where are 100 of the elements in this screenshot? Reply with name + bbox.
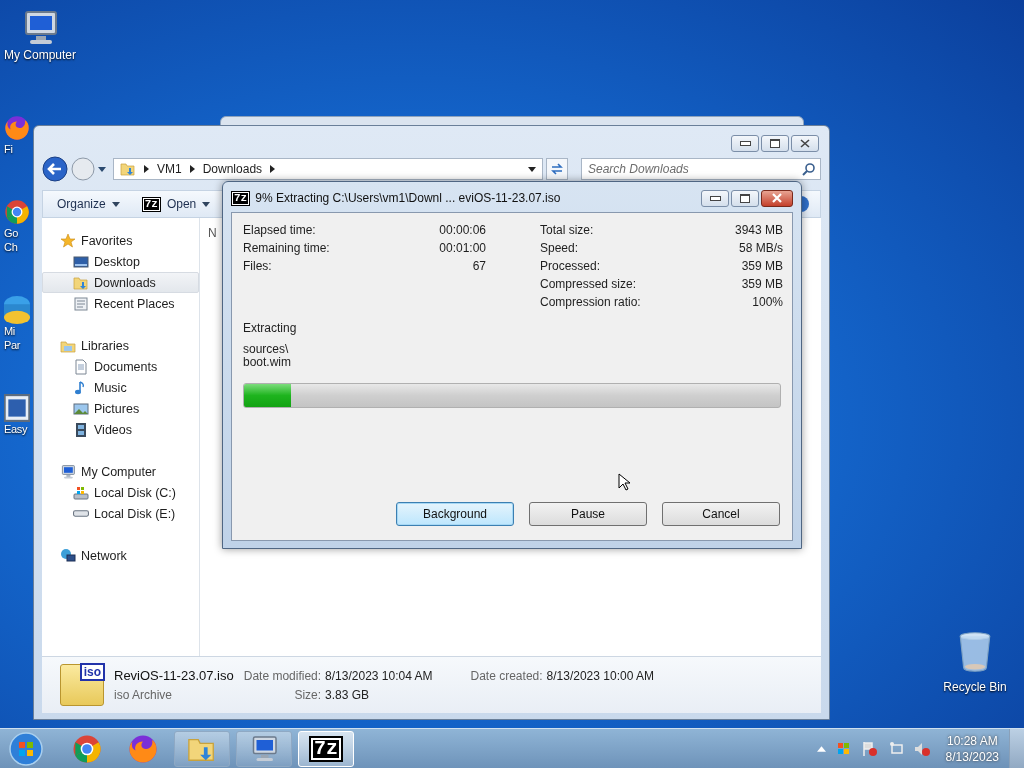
taskbar-button[interactable]: 7z — [298, 730, 354, 767]
field-label: Size: — [293, 687, 322, 702]
stat-value: 3943 MB — [734, 223, 783, 237]
start-button[interactable] — [8, 730, 44, 767]
stat-value: 00:00:06 — [439, 223, 486, 237]
column-header[interactable]: N — [208, 226, 217, 240]
file-path: sources\ boot.wim — [243, 343, 293, 369]
fox-globe-icon — [128, 733, 158, 764]
chevron-icon — [270, 165, 276, 173]
computer-icon — [60, 463, 76, 480]
stat-label: Remaining time: — [243, 241, 330, 255]
nav-item[interactable]: Local Disk (C:) — [42, 482, 199, 503]
close-icon — [771, 193, 783, 203]
nav-item[interactable]: Music — [42, 377, 199, 398]
taskbar-button[interactable] — [174, 730, 230, 767]
stat-label: Files: — [243, 259, 272, 273]
chevron-icon — [144, 165, 149, 173]
field-value: 8/13/2023 10:04 AM — [325, 668, 433, 683]
organize-button[interactable]: Organize — [53, 195, 124, 213]
minimize-button[interactable] — [731, 135, 759, 152]
disk-app-icon — [4, 296, 30, 324]
nav-item[interactable]: Favorites — [42, 230, 199, 251]
taskbar-button[interactable] — [236, 730, 292, 767]
nav-item[interactable]: My Computer — [42, 461, 199, 482]
close-icon — [800, 139, 810, 148]
film-icon — [73, 421, 89, 438]
stat-label: Speed: — [540, 241, 579, 255]
status-text: Extracting — [243, 321, 298, 335]
window-title: 9% Extracting C:\Users\vm1\Downl ... eviOS-11-23.07.iso — [255, 191, 561, 205]
star-icon — [60, 232, 76, 249]
stat-value: 67 — [472, 259, 486, 273]
desktop-icon-label[interactable]: Mi Par — [4, 324, 21, 352]
dialog-button[interactable]: Cancel — [662, 502, 780, 526]
desktop-icon-label[interactable]: Go Ch — [4, 226, 19, 254]
back-button[interactable] — [42, 156, 68, 182]
refresh-button[interactable] — [546, 158, 568, 180]
chrome-icon — [72, 733, 102, 764]
picture-icon — [73, 400, 89, 417]
flag-error-icon[interactable] — [861, 740, 878, 757]
nav-item[interactable]: Desktop — [42, 251, 199, 272]
close-button[interactable] — [761, 189, 793, 207]
stat-label: Compressed size: — [540, 277, 637, 291]
nav-item[interactable]: Videos — [42, 419, 199, 440]
search-field[interactable]: Search Downloads — [581, 158, 821, 180]
caret-icon — [111, 201, 120, 207]
archive-file-icon: iso — [60, 664, 104, 706]
nav-item[interactable]: Pictures — [42, 398, 199, 419]
windows-flag-icon[interactable] — [835, 740, 852, 757]
drive-icon — [73, 510, 89, 517]
recycle-bin-icon[interactable] — [958, 630, 992, 674]
stat-value: 58 MB/s — [739, 241, 783, 255]
stat-label: Elapsed time: — [243, 223, 316, 237]
field-value: 8/13/2023 10:00 AM — [546, 668, 654, 683]
dialog-button[interactable]: Pause — [529, 502, 647, 526]
nav-item[interactable]: Network — [42, 545, 199, 566]
dropdown-arrow-icon[interactable] — [98, 166, 106, 172]
close-button[interactable] — [791, 135, 819, 152]
show-hidden-icons-icon[interactable] — [816, 745, 826, 752]
nav-item[interactable]: Downloads — [42, 272, 199, 293]
stat-label: Compression ratio: — [540, 295, 641, 309]
file-name: ReviOS-11-23.07.iso — [114, 668, 234, 683]
breadcrumb-item[interactable]: VM1 — [157, 162, 182, 176]
desktop-icon — [73, 253, 89, 270]
dialog-button[interactable]: Background — [396, 502, 514, 526]
archive-logo-icon: 7z — [231, 190, 251, 206]
drive-icon — [73, 484, 89, 501]
nav-item[interactable]: Libraries — [42, 335, 199, 356]
mouse-cursor-icon — [618, 473, 630, 491]
caret-icon — [202, 201, 211, 207]
desktop-icon-label[interactable]: Easy — [4, 422, 28, 436]
stat-label: Total size: — [540, 223, 594, 237]
field-value: 3.83 GB — [325, 687, 371, 702]
maximize-button[interactable] — [761, 135, 789, 152]
field-label: Date created: — [470, 668, 543, 683]
recent-places-icon — [73, 295, 89, 312]
network-error-icon[interactable] — [887, 740, 904, 757]
desktop-icon-label[interactable]: Recycle Bin — [943, 680, 1007, 694]
field-label: Date modified: — [243, 668, 322, 683]
chrome-icon — [4, 198, 30, 226]
file-type: iso Archive — [114, 688, 174, 702]
nav-item[interactable]: Recent Places — [42, 293, 199, 314]
nav-item[interactable]: Local Disk (E:) — [42, 503, 199, 524]
minimize-button[interactable] — [701, 189, 729, 207]
monitor-icon — [4, 394, 30, 422]
desktop-icon-label[interactable]: My Computer — [4, 48, 76, 62]
chevron-icon — [189, 165, 195, 173]
maximize-button[interactable] — [731, 189, 759, 207]
stat-value: 359 MB — [741, 277, 783, 291]
network-icon — [60, 547, 76, 564]
desktop-icon-label[interactable]: Fi — [4, 142, 13, 156]
stat-label: Processed: — [540, 259, 601, 273]
nav-item[interactable]: Documents — [42, 356, 199, 377]
address-bar[interactable]: VM1 Downloads — [113, 158, 543, 180]
search-icon — [802, 162, 816, 176]
breadcrumb-item[interactable]: Downloads — [202, 162, 263, 176]
folder-icon — [73, 274, 89, 291]
document-icon — [73, 358, 89, 375]
dropdown-arrow-icon[interactable] — [528, 166, 536, 172]
open-button[interactable]: 7z Open — [137, 194, 215, 214]
stat-value: 359 MB — [741, 259, 783, 273]
